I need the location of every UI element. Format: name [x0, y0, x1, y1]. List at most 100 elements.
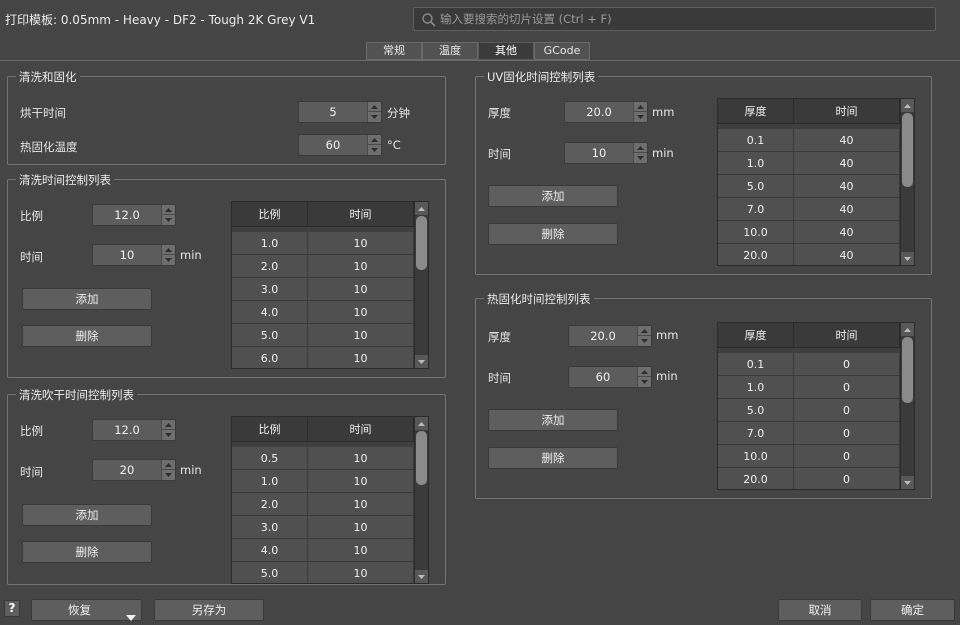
column-header-time[interactable]: 时间: [794, 99, 900, 124]
scroll-thumb[interactable]: [416, 431, 427, 485]
table-row[interactable]: 1.0 0: [718, 376, 900, 399]
vertical-scrollbar[interactable]: [900, 323, 914, 489]
wash-time-spinbox[interactable]: [92, 244, 176, 266]
wash-ratio-input[interactable]: [93, 205, 161, 225]
blow-ratio-input[interactable]: [93, 420, 161, 440]
uv-add-button[interactable]: 添加: [488, 185, 618, 207]
ok-button[interactable]: 确定: [870, 599, 955, 621]
table-row[interactable]: 4.0 10: [232, 539, 414, 562]
scroll-down-arrow-icon[interactable]: [901, 476, 914, 489]
column-header-thickness[interactable]: 厚度: [718, 99, 794, 124]
save-as-button[interactable]: 另存为: [154, 599, 264, 621]
scroll-thumb[interactable]: [416, 216, 427, 270]
uv-delete-button[interactable]: 删除: [488, 223, 618, 245]
table-row[interactable]: 0.5 10: [232, 447, 414, 470]
blow-ratio-up-button[interactable]: [161, 420, 175, 430]
wash-add-button[interactable]: 添加: [22, 288, 152, 310]
table-row[interactable]: 6.0 10: [232, 347, 414, 368]
table-row[interactable]: 3.0 10: [232, 516, 414, 539]
heat-temp-input[interactable]: [299, 135, 367, 155]
column-header-time[interactable]: 时间: [794, 323, 900, 348]
uv-thickness-input[interactable]: [565, 102, 633, 122]
blow-delete-button[interactable]: 删除: [22, 541, 152, 563]
heat-time-down-button[interactable]: [637, 377, 651, 387]
table-row[interactable]: 1.0 40: [718, 152, 900, 175]
scroll-up-arrow-icon[interactable]: [415, 417, 428, 430]
vertical-scrollbar[interactable]: [900, 99, 914, 265]
table-row[interactable]: 2.0 10: [232, 493, 414, 516]
heat-time-input[interactable]: [569, 367, 637, 387]
dry-time-down-button[interactable]: [367, 112, 381, 122]
wash-time-input[interactable]: [93, 245, 161, 265]
tab-gcode[interactable]: GCode: [534, 42, 590, 60]
heat-thickness-input[interactable]: [569, 326, 637, 346]
scroll-thumb[interactable]: [902, 113, 913, 187]
table-row[interactable]: 5.0 40: [718, 175, 900, 198]
table-row[interactable]: 0.1 0: [718, 353, 900, 376]
table-row[interactable]: 4.0 10: [232, 301, 414, 324]
vertical-scrollbar[interactable]: [414, 202, 428, 368]
column-header-thickness[interactable]: 厚度: [718, 323, 794, 348]
column-header-ratio[interactable]: 比例: [232, 417, 308, 442]
table-row[interactable]: 5.0 10: [232, 324, 414, 347]
column-header-time[interactable]: 时间: [308, 417, 414, 442]
uv-time-up-button[interactable]: [633, 143, 647, 153]
column-header-time[interactable]: 时间: [308, 202, 414, 227]
search-input[interactable]: [440, 9, 930, 29]
table-row[interactable]: 10.0 0: [718, 445, 900, 468]
column-header-ratio[interactable]: 比例: [232, 202, 308, 227]
uv-time-spinbox[interactable]: [564, 142, 648, 164]
wash-time-up-button[interactable]: [161, 245, 175, 255]
scroll-thumb[interactable]: [902, 337, 913, 403]
table-row[interactable]: 20.0 0: [718, 468, 900, 489]
blow-time-input[interactable]: [93, 460, 161, 480]
table-row[interactable]: 2.0 10: [232, 255, 414, 278]
uv-thickness-spinbox[interactable]: [564, 101, 648, 123]
heat-thickness-down-button[interactable]: [637, 336, 651, 346]
heat-temp-up-button[interactable]: [367, 135, 381, 145]
table-row[interactable]: 1.0 10: [232, 232, 414, 255]
scroll-up-arrow-icon[interactable]: [901, 323, 914, 336]
table-row[interactable]: 1.0 10: [232, 470, 414, 493]
blow-time-spinbox[interactable]: [92, 459, 176, 481]
restore-dropdown[interactable]: 恢复: [31, 599, 142, 621]
table-row[interactable]: 5.0 10: [232, 562, 414, 583]
heat-time-spinbox[interactable]: [568, 366, 652, 388]
heat-time-up-button[interactable]: [637, 367, 651, 377]
tab-general[interactable]: 常规: [366, 42, 422, 60]
cancel-button[interactable]: 取消: [778, 599, 862, 621]
uv-thickness-down-button[interactable]: [633, 112, 647, 122]
heat-add-button[interactable]: 添加: [488, 409, 618, 431]
wash-delete-button[interactable]: 删除: [22, 325, 152, 347]
table-row[interactable]: 3.0 10: [232, 278, 414, 301]
blow-ratio-down-button[interactable]: [161, 430, 175, 440]
blow-add-button[interactable]: 添加: [22, 504, 152, 526]
dry-time-input[interactable]: [299, 102, 367, 122]
heat-thickness-up-button[interactable]: [637, 326, 651, 336]
table-row[interactable]: 10.0 40: [718, 221, 900, 244]
tab-other[interactable]: 其他: [478, 42, 534, 60]
table-row[interactable]: 5.0 0: [718, 399, 900, 422]
uv-time-down-button[interactable]: [633, 153, 647, 163]
heat-thickness-spinbox[interactable]: [568, 325, 652, 347]
table-row[interactable]: 0.1 40: [718, 129, 900, 152]
table-row[interactable]: 20.0 40: [718, 244, 900, 265]
scroll-down-arrow-icon[interactable]: [415, 355, 428, 368]
uv-thickness-up-button[interactable]: [633, 102, 647, 112]
wash-ratio-up-button[interactable]: [161, 205, 175, 215]
search-box[interactable]: [413, 7, 936, 31]
scroll-down-arrow-icon[interactable]: [415, 570, 428, 583]
help-button[interactable]: ?: [4, 600, 20, 617]
blow-time-down-button[interactable]: [161, 470, 175, 480]
table-row[interactable]: 7.0 0: [718, 422, 900, 445]
dry-time-spinbox[interactable]: [298, 101, 382, 123]
heat-temp-down-button[interactable]: [367, 145, 381, 155]
dry-time-up-button[interactable]: [367, 102, 381, 112]
wash-time-down-button[interactable]: [161, 255, 175, 265]
tab-temperature[interactable]: 温度: [422, 42, 478, 60]
scroll-down-arrow-icon[interactable]: [901, 252, 914, 265]
blow-ratio-spinbox[interactable]: [92, 419, 176, 441]
heat-delete-button[interactable]: 删除: [488, 447, 618, 469]
table-row[interactable]: 7.0 40: [718, 198, 900, 221]
scroll-up-arrow-icon[interactable]: [901, 99, 914, 112]
